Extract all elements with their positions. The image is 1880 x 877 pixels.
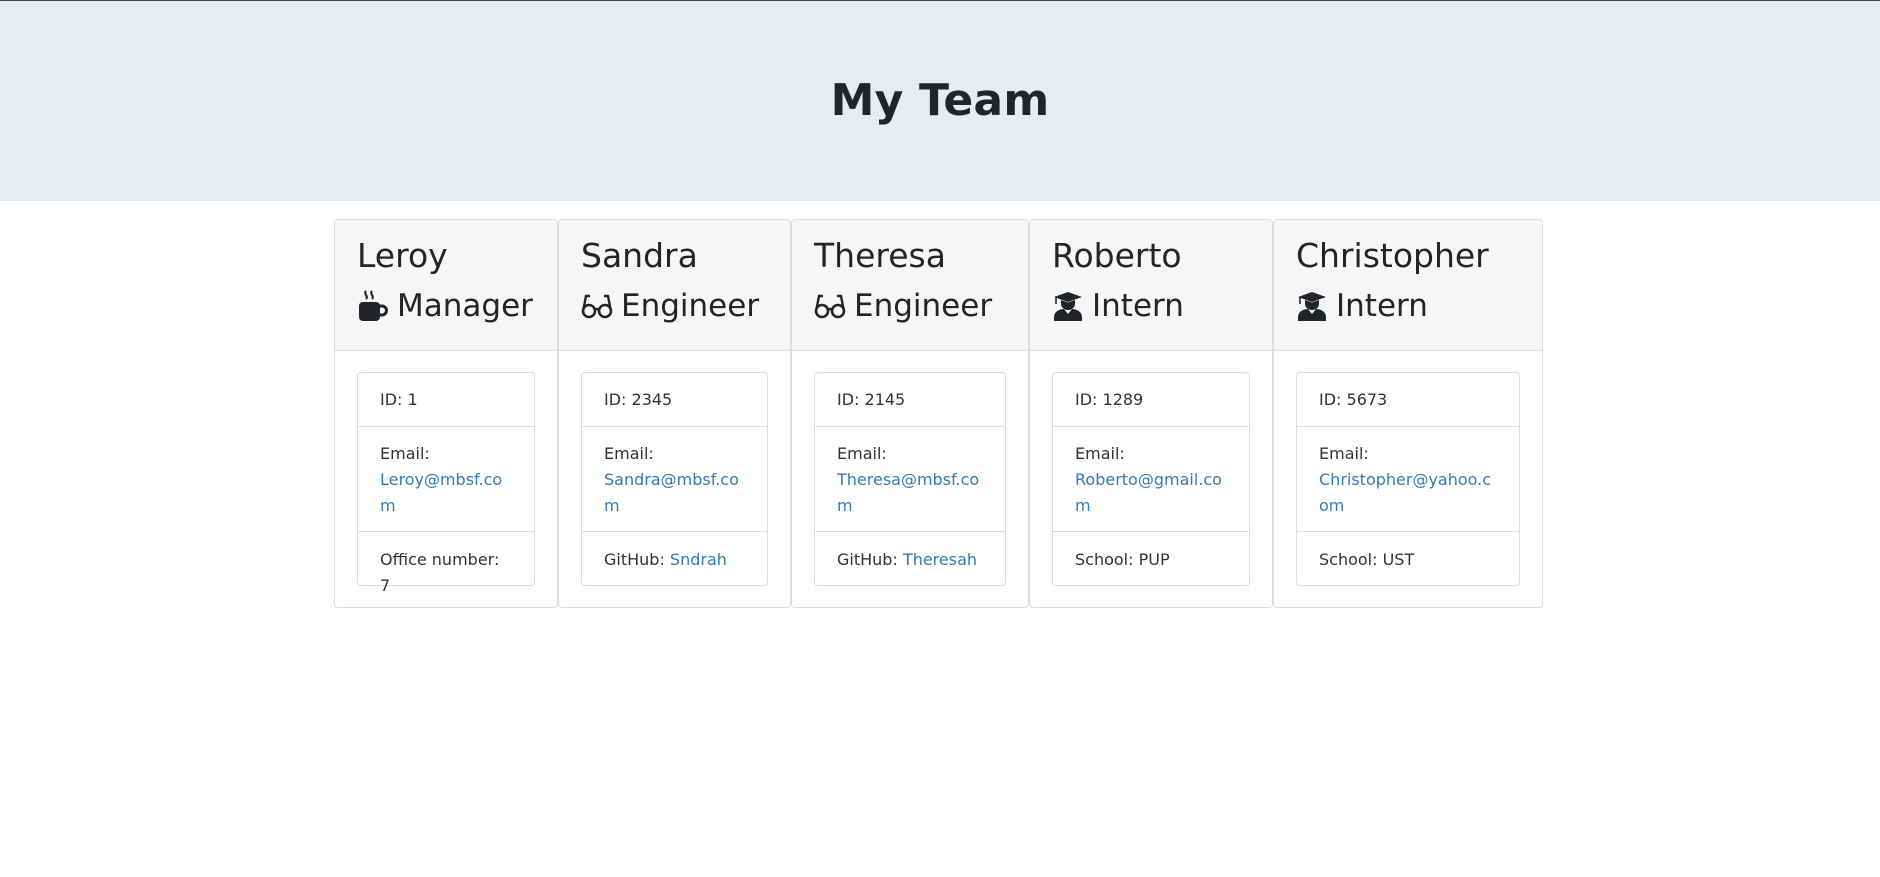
email-row: Email: Theresa@mbsf.com <box>815 426 1005 531</box>
email-link[interactable]: Sandra@mbsf.com <box>604 467 745 519</box>
id-row: ID: 1 <box>380 390 418 409</box>
employee-name: Leroy <box>357 236 448 275</box>
employee-role: Engineer <box>581 286 768 326</box>
email-row: Email: Sandra@mbsf.com <box>582 426 767 531</box>
employee-role-label: Manager <box>397 288 533 324</box>
email-link[interactable]: Theresa@mbsf.com <box>837 467 983 519</box>
card-header: Theresa Engineer <box>792 220 1028 351</box>
card-header: Roberto Intern <box>1030 220 1272 351</box>
employee-role-label: Intern <box>1092 288 1184 324</box>
employee-card: Theresa Engineer ID: 2145 Email: Theresa… <box>791 219 1029 608</box>
employee-role-label: Engineer <box>854 288 993 324</box>
employee-id: 1289 <box>1102 390 1144 409</box>
employee-details: ID: 2145 Email: Theresa@mbsf.com GitHub:… <box>814 372 1006 586</box>
employee-id: 2345 <box>631 390 673 409</box>
employee-card: Christopher Intern ID: 5673 Email: Chris… <box>1273 219 1543 608</box>
school-name: UST <box>1382 550 1415 569</box>
employee-details: ID: 2345 Email: Sandra@mbsf.com GitHub: … <box>581 372 768 586</box>
employee-role: Manager <box>357 286 535 326</box>
email-row: Email: Roberto@gmail.com <box>1053 426 1249 531</box>
employee-name: Roberto <box>1052 236 1182 275</box>
email-link[interactable]: Roberto@gmail.com <box>1075 467 1227 519</box>
employee-card: Sandra Engineer ID: 2345 Email: Sandra@m… <box>558 219 791 608</box>
github-link[interactable]: Theresah <box>903 550 977 569</box>
graduate-icon <box>1052 290 1084 322</box>
school-name: PUP <box>1138 550 1170 569</box>
employee-name: Theresa <box>814 236 946 275</box>
card-header: Sandra Engineer <box>559 220 790 351</box>
email-link[interactable]: Leroy@mbsf.com <box>380 467 512 519</box>
email-label: Email: <box>380 444 430 463</box>
glasses-icon <box>814 290 846 322</box>
school-row: School: PUP <box>1053 531 1249 585</box>
email-row: Email: Leroy@mbsf.com <box>358 426 534 531</box>
github-row: GitHub: Sndrah <box>582 531 767 585</box>
employee-role: Intern <box>1052 286 1250 326</box>
id-row: ID: 1289 <box>1075 390 1144 409</box>
employee-details: ID: 1 Email: Leroy@mbsf.com Office numbe… <box>357 372 535 595</box>
employee-role: Engineer <box>814 286 1006 326</box>
office-number: 7 <box>380 576 391 595</box>
office-number-row: Office number: 7 <box>358 531 534 595</box>
page-title: My Team <box>830 75 1050 126</box>
employee-role-label: Intern <box>1336 288 1428 324</box>
email-label: Email: <box>1075 444 1125 463</box>
employee-details: ID: 5673 Email: Christopher@yahoo.com Sc… <box>1296 372 1520 586</box>
id-row: ID: 2345 <box>604 390 673 409</box>
mug-icon <box>357 290 389 322</box>
id-row: ID: 2145 <box>837 390 906 409</box>
email-row: Email: Christopher@yahoo.com <box>1297 426 1519 531</box>
employee-role: Intern <box>1296 286 1520 326</box>
id-row: ID: 5673 <box>1319 390 1388 409</box>
employee-card: Roberto Intern ID: 1289 Email: Roberto@g… <box>1029 219 1273 608</box>
email-label: Email: <box>837 444 887 463</box>
github-row: GitHub: Theresah <box>815 531 1005 585</box>
employee-name: Christopher <box>1296 236 1489 275</box>
employee-details: ID: 1289 Email: Roberto@gmail.com School… <box>1052 372 1250 586</box>
employee-card: Leroy Manager ID: 1 Email: Leroy@mbsf.co… <box>334 219 558 608</box>
github-link[interactable]: Sndrah <box>670 550 727 569</box>
graduate-icon <box>1296 290 1328 322</box>
email-label: Email: <box>604 444 654 463</box>
employee-id: 2145 <box>864 390 906 409</box>
school-row: School: UST <box>1297 531 1519 585</box>
page-header: My Team <box>0 1 1880 201</box>
employee-name: Sandra <box>581 236 698 275</box>
employee-id: 5673 <box>1346 390 1388 409</box>
employee-role-label: Engineer <box>621 288 760 324</box>
card-header: Christopher Intern <box>1274 220 1542 351</box>
email-label: Email: <box>1319 444 1369 463</box>
employee-id: 1 <box>407 390 418 409</box>
card-header: Leroy Manager <box>335 220 557 351</box>
email-link[interactable]: Christopher@yahoo.com <box>1319 467 1497 519</box>
glasses-icon <box>581 290 613 322</box>
